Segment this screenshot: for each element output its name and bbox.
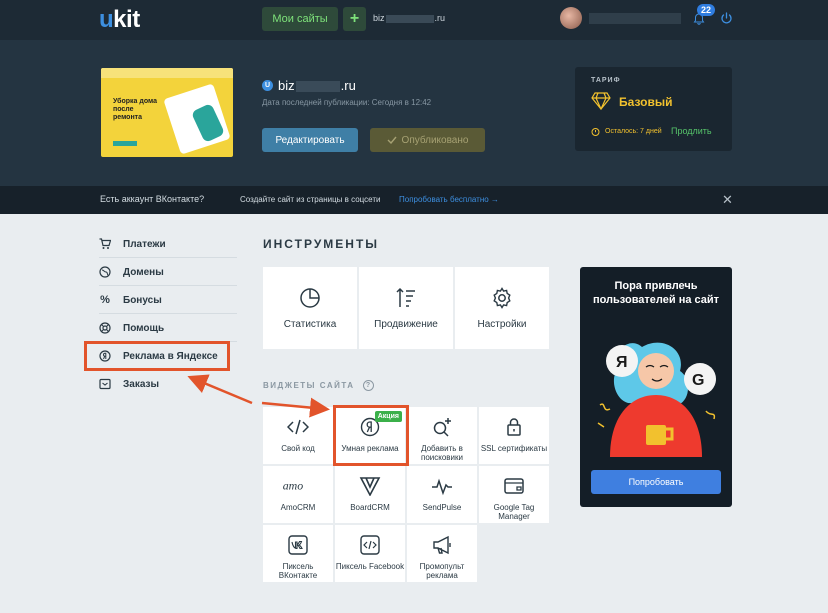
pie-chart-icon <box>300 287 320 308</box>
wallet-icon <box>504 478 524 494</box>
sidebar-item-bonuses[interactable]: % Бонусы <box>99 286 239 314</box>
vk-try-link[interactable]: Попробовать бесплатно → <box>399 195 499 204</box>
published-button[interactable]: Опубликовано <box>370 128 485 152</box>
widget-sendpulse[interactable]: SendPulse <box>407 466 477 523</box>
percent-icon: % <box>100 294 110 306</box>
tariff-remaining: Осталось: 7 дней <box>605 128 662 135</box>
power-icon[interactable] <box>720 12 733 25</box>
yandex-ads-highlight <box>84 341 230 371</box>
promo-bubble-g: G <box>692 372 704 389</box>
sidebar-item-domains[interactable]: Домены <box>99 258 239 286</box>
promo-illustration: Я G <box>597 342 716 457</box>
tool-settings[interactable]: Настройки <box>455 267 549 349</box>
promo-title: Пора привлечь пользователей на сайт <box>592 280 720 306</box>
tool-promotion[interactable]: Продвижение <box>359 267 453 349</box>
smart-ads-highlight <box>333 405 409 466</box>
tool-statistics[interactable]: Статистика <box>263 267 357 349</box>
widget-custom-code[interactable]: Свой код <box>263 407 333 464</box>
megaphone-icon <box>433 535 451 555</box>
widget-ssl[interactable]: SSL сертификаты <box>479 407 549 464</box>
tariff-plan: Базовый <box>619 95 673 109</box>
ukit-logo[interactable]: ukit <box>99 6 140 34</box>
sort-icon <box>396 287 415 307</box>
vk-banner: Есть аккаунт ВКонтакте? Создайте сайт из… <box>0 186 828 214</box>
edit-button[interactable]: Редактировать <box>262 128 358 152</box>
search-plus-icon <box>433 418 451 437</box>
svg-text:amo: amo <box>283 478 304 492</box>
inbox-icon <box>99 378 111 390</box>
cart-icon <box>99 238 111 249</box>
vk-subtitle: Создайте сайт из страницы в соцсети <box>240 195 381 204</box>
ukit-site-icon: U <box>262 80 273 91</box>
site-header: Уборка дома после ремонта U biz .ru Дата … <box>0 40 828 186</box>
thumbnail-title: Уборка дома после ремонта <box>113 98 158 121</box>
avatar[interactable] <box>560 7 582 29</box>
vk-question: Есть аккаунт ВКонтакте? <box>100 194 205 204</box>
notification-badge: 22 <box>697 4 716 16</box>
promo-bubble-y: Я <box>616 354 628 371</box>
widget-google-tag-manager[interactable]: Google Tag Manager <box>479 466 549 523</box>
sidebar-item-help[interactable]: Помощь <box>99 314 239 342</box>
last-published: Дата последней публикации: Сегодня в 12:… <box>262 98 432 107</box>
lifebuoy-icon <box>99 322 111 334</box>
sidebar-item-payments[interactable]: Платежи <box>99 230 239 258</box>
vk-icon <box>288 535 308 555</box>
code-square-icon <box>360 535 380 555</box>
widgets-title: ВИДЖЕТЫ САЙТА ? <box>263 380 374 391</box>
diamond-icon <box>591 92 611 110</box>
tools-title: ИНСТРУМЕНТЫ <box>263 237 380 251</box>
widget-promopult[interactable]: Промопульт реклама <box>407 525 477 582</box>
site-name[interactable]: biz .ru <box>278 78 356 93</box>
promo-try-button[interactable]: Попробовать <box>591 470 721 494</box>
site-thumbnail[interactable]: Уборка дома после ремонта <box>101 68 233 157</box>
widget-vk-pixel[interactable]: Пиксель ВКонтакте <box>263 525 333 582</box>
globe-icon <box>99 266 111 278</box>
widget-facebook-pixel[interactable]: Пиксель Facebook <box>335 525 405 582</box>
current-site-domain[interactable]: biz .ru <box>373 13 445 23</box>
timer-icon <box>591 128 600 136</box>
lock-icon <box>507 418 521 436</box>
sidebar-item-orders[interactable]: Заказы <box>99 370 239 398</box>
widget-amocrm[interactable]: amo AmoCRM <box>263 466 333 523</box>
promo-banner: Пора привлечь пользователей на сайт Я G … <box>580 267 732 507</box>
pulse-icon <box>432 478 452 496</box>
add-site-button[interactable]: + <box>343 7 366 31</box>
gear-icon <box>493 286 511 309</box>
code-icon <box>287 419 309 435</box>
close-icon[interactable]: ✕ <box>722 192 733 208</box>
top-bar: ukit Мои сайты + biz .ru 22 <box>0 0 828 40</box>
user-name-redacted[interactable] <box>589 13 681 24</box>
tools-panel: Статистика Продвижение Настройки <box>263 267 549 349</box>
widget-search-engines[interactable]: Добавить в поисковики <box>407 407 477 464</box>
renew-link[interactable]: Продлить <box>671 126 712 136</box>
board-logo-icon <box>359 477 381 496</box>
check-icon <box>387 136 397 144</box>
tariff-label: ТАРИФ <box>591 77 621 84</box>
widget-boardcrm[interactable]: BoardCRM <box>335 466 405 523</box>
amo-logo-icon: amo <box>283 478 304 492</box>
help-icon[interactable]: ? <box>362 380 374 391</box>
my-sites-button[interactable]: Мои сайты <box>262 7 338 31</box>
tariff-card: ТАРИФ Базовый Осталось: 7 дней Продлить <box>575 67 732 151</box>
